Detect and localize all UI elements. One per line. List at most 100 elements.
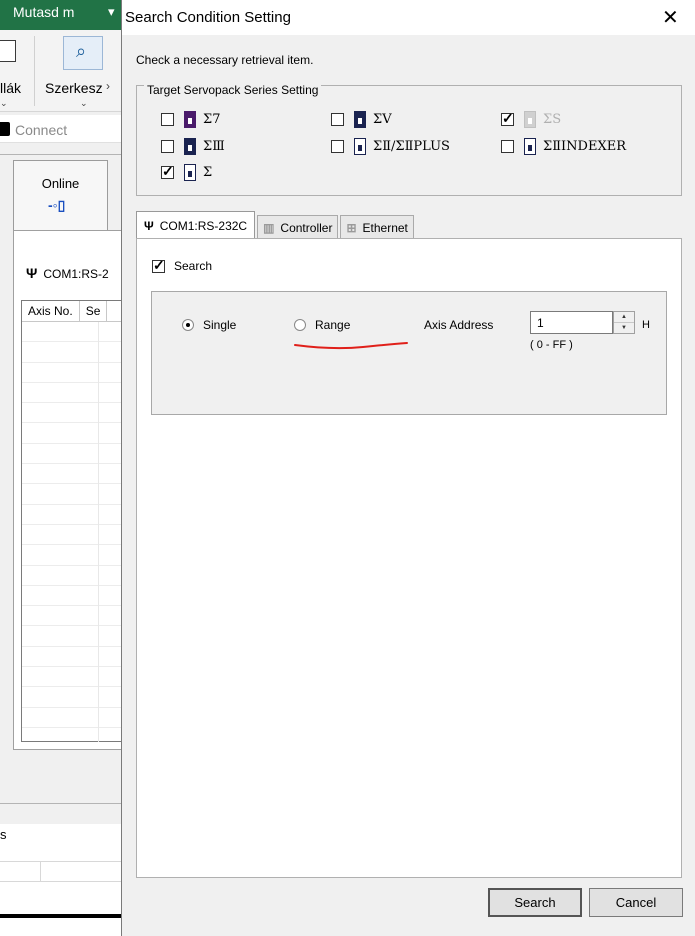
radio-range[interactable]: Range <box>294 318 350 332</box>
tab-controller[interactable]: ▥ Controller <box>257 215 339 239</box>
grid-line <box>0 881 122 882</box>
axis-table: Axis No. Se <box>21 300 122 742</box>
column-divider <box>98 322 99 742</box>
search-condition-dialog: Search Condition Setting ✕ Check a neces… <box>121 0 695 936</box>
background-sheet-area: s <box>0 824 122 936</box>
servopack-label: ΣⅡ/ΣⅡPLUS <box>373 138 450 154</box>
table-row <box>22 484 122 505</box>
servopack-sigmav[interactable]: ΣV <box>331 110 392 128</box>
servopack-sigma[interactable]: Σ <box>161 163 212 181</box>
servopack-device-icon <box>524 110 536 128</box>
table-row <box>22 525 122 546</box>
checkbox-checked[interactable] <box>152 257 165 274</box>
grid-line <box>40 861 41 881</box>
chevron-down-icon[interactable]: ⌄ <box>0 98 8 109</box>
com-port-label: Ψ COM1:RS-2 <box>26 265 109 281</box>
servopack-device-icon <box>354 137 366 155</box>
network-icon: ⊞ <box>346 220 357 235</box>
servopack-group-legend: Target Servopack Series Setting <box>144 83 322 97</box>
table-row <box>22 342 122 363</box>
plug-icon: Ψ <box>144 218 154 233</box>
table-row <box>22 566 122 586</box>
servopack-sigma2[interactable]: ΣⅡ/ΣⅡPLUS <box>331 137 450 155</box>
table-row <box>22 667 122 688</box>
servopack-device-icon <box>184 163 196 181</box>
scrollbar[interactable] <box>0 914 122 918</box>
instruction-text: Check a necessary retrieval item. <box>136 53 314 67</box>
axis-address-spinner[interactable]: ▲ ▼ <box>613 311 635 334</box>
sheet-text: s <box>0 827 7 842</box>
radio-label: Range <box>315 318 351 332</box>
column-header-se[interactable]: Se <box>80 301 108 321</box>
plug-icon: Ψ <box>26 265 38 281</box>
online-button[interactable]: Online -◦▯ <box>13 160 108 230</box>
close-icon[interactable]: ✕ <box>662 5 679 30</box>
servopack-device-icon <box>354 110 366 128</box>
ribbon-label-1: llák <box>0 80 22 96</box>
table-row <box>22 444 122 465</box>
checkbox[interactable] <box>501 139 514 153</box>
checkbox-checked[interactable] <box>161 163 174 180</box>
chevron-right-icon[interactable]: › <box>106 79 110 93</box>
axis-address-label: Axis Address <box>424 318 494 332</box>
radio-button[interactable] <box>294 319 306 331</box>
table-row <box>22 403 122 424</box>
servopack-sigma7[interactable]: Σ7 <box>161 110 220 128</box>
servopack-label: ΣS <box>543 111 562 127</box>
table-row <box>22 423 122 444</box>
radio-label: Single <box>203 318 237 332</box>
spin-down-icon[interactable]: ▼ <box>614 323 634 334</box>
ribbon-tab-label[interactable]: Mutasd m <box>13 4 74 20</box>
find-button[interactable]: ⌕ <box>63 36 103 70</box>
servopack-label: ΣⅢ <box>203 138 225 154</box>
servopack-sigma3[interactable]: ΣⅢ <box>161 137 225 155</box>
connect-window: Connect Online -◦▯ Ψ COM1:RS-2 Axis No. S… <box>0 112 122 824</box>
connect-titlebar: Connect <box>0 115 122 143</box>
cancel-button[interactable]: Cancel <box>589 888 683 917</box>
ribbon-expand-icon: ▾ <box>108 4 115 19</box>
search-checkbox[interactable]: Search <box>152 257 213 274</box>
app-logo-icon <box>0 122 10 136</box>
table-row <box>22 708 122 728</box>
radio-button-selected[interactable] <box>182 319 194 331</box>
connection-tabs: Ψ COM1:RS-232C ▥ Controller ⊞ Ethernet <box>136 211 416 239</box>
chevron-down-icon[interactable]: ⌄ <box>80 98 88 109</box>
ribbon-label-2[interactable]: Szerkesz <box>45 80 103 96</box>
checkbox[interactable] <box>331 112 344 126</box>
table-row <box>22 687 122 708</box>
table-row <box>22 586 122 607</box>
axis-address-input[interactable] <box>530 311 613 334</box>
tab-ethernet[interactable]: ⊞ Ethernet <box>340 215 414 239</box>
column-header-axis-no[interactable]: Axis No. <box>22 301 80 321</box>
table-row <box>22 647 122 668</box>
tab-label: Ethernet <box>362 220 408 235</box>
checkbox[interactable] <box>161 112 174 126</box>
tab-label: COM1:RS-232C <box>159 218 248 233</box>
red-underline-annotation <box>294 342 408 350</box>
online-label: Online <box>41 176 80 191</box>
sheet-icon[interactable] <box>0 40 16 62</box>
tab-com1-rs232c[interactable]: Ψ COM1:RS-232C <box>136 211 256 239</box>
servopack-sigma2-indexer[interactable]: ΣⅡINDEXER <box>501 137 626 155</box>
grid-line <box>0 861 122 862</box>
checkbox[interactable] <box>161 139 174 153</box>
radio-single[interactable]: Single <box>182 318 236 332</box>
table-row <box>22 545 122 566</box>
search-checkbox-label: Search <box>174 259 213 273</box>
servopack-sigmas: ΣS <box>501 110 561 128</box>
dialog-title: Search Condition Setting <box>125 9 291 26</box>
ribbon-tab-bar: Mutasd m ▾ <box>0 0 122 30</box>
dialog-titlebar: Search Condition Setting ✕ <box>122 0 695 35</box>
checkbox[interactable] <box>331 139 344 153</box>
servopack-device-icon <box>184 137 196 155</box>
table-row <box>22 606 122 627</box>
axis-table-header: Axis No. Se <box>22 301 122 322</box>
search-button[interactable]: Search <box>488 888 582 917</box>
axis-address-unit: H <box>642 319 650 331</box>
servopack-label: ΣⅡINDEXER <box>543 138 626 154</box>
table-row <box>22 464 122 485</box>
spin-up-icon[interactable]: ▲ <box>614 312 634 323</box>
ribbon: ⌕ llák Szerkesz › ⌄ ⌄ <box>0 30 122 112</box>
servopack-device-icon <box>184 110 196 128</box>
table-row <box>22 363 122 383</box>
